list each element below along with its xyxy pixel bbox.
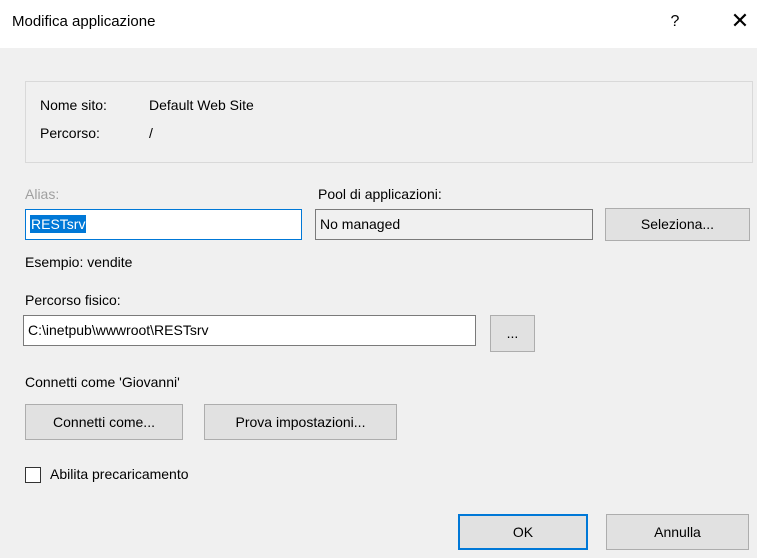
ok-button[interactable]: OK (458, 514, 588, 550)
alias-input-value: RESTsrv (30, 215, 87, 233)
preload-checkbox[interactable] (25, 467, 41, 483)
path-label: Percorso: (40, 125, 100, 141)
path-value: / (149, 125, 153, 141)
app-pool-label: Pool di applicazioni: (318, 186, 442, 202)
physical-path-value: C:\inetpub\wwwroot\RESTsrv (28, 322, 209, 338)
alias-input[interactable]: RESTsrv (25, 209, 302, 240)
test-settings-button[interactable]: Prova impostazioni... (204, 404, 397, 440)
site-info-box: Nome sito: Default Web Site Percorso: / (25, 81, 753, 163)
close-icon[interactable]: ✕ (727, 8, 753, 34)
title-bar: Modifica applicazione ? ✕ (0, 0, 757, 48)
browse-path-button[interactable]: ... (490, 315, 535, 352)
connect-as-button[interactable]: Connetti come... (25, 404, 183, 440)
dialog-title: Modifica applicazione (12, 13, 156, 30)
app-pool-value: No managed (320, 216, 401, 232)
app-pool-field: No managed (315, 209, 593, 240)
connect-as-status: Connetti come 'Giovanni' (25, 374, 180, 390)
physical-path-label: Percorso fisico: (25, 292, 121, 308)
physical-path-input[interactable]: C:\inetpub\wwwroot\RESTsrv (23, 315, 476, 346)
edit-application-dialog: Modifica applicazione ? ✕ Nome sito: Def… (0, 0, 757, 558)
alias-label: Alias: (25, 186, 60, 202)
select-pool-button[interactable]: Seleziona... (605, 208, 750, 241)
alias-example-text: Esempio: vendite (25, 254, 133, 270)
help-icon[interactable]: ? (665, 10, 685, 34)
site-name-label: Nome sito: (40, 97, 107, 113)
site-name-value: Default Web Site (149, 97, 254, 113)
preload-label: Abilita precaricamento (50, 466, 189, 482)
cancel-button[interactable]: Annulla (606, 514, 749, 550)
